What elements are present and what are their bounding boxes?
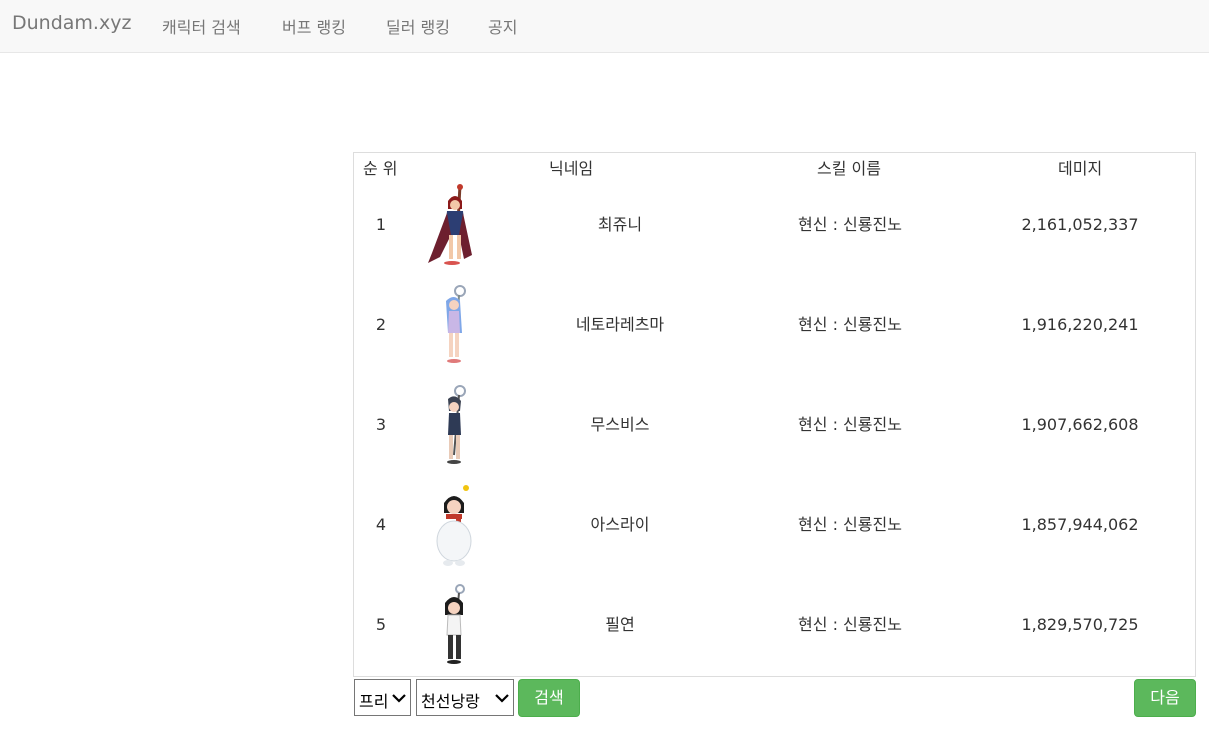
nickname-cell[interactable]: 네토라레츠마 — [510, 275, 730, 375]
chevron-down-icon — [392, 694, 406, 703]
rank-cell: 1 — [375, 215, 387, 234]
table-row[interactable]: 5 필연 현신 : 신룡진노 1,829,570,725 — [354, 575, 1195, 675]
table-controls: 프리 천선낭랑 검색 다음 — [354, 679, 1196, 717]
skill-name-cell: 현신 : 신룡진노 — [798, 615, 902, 634]
table-row[interactable]: 3 무스비스 현신 : 신룡진노 1,907,662,608 — [354, 375, 1195, 475]
damage-cell: 1,907,662,608 — [1021, 415, 1139, 434]
damage-cell: 1,857,944,062 — [1021, 515, 1139, 534]
skill-name-cell: 현신 : 신룡진노 — [798, 215, 902, 234]
rank-cell: 5 — [375, 615, 387, 634]
class-select-value: 천선낭랑 — [421, 692, 480, 711]
nav-character-search[interactable]: 캐릭터 검색 — [162, 14, 241, 38]
snowman-costume-avatar — [436, 485, 472, 566]
table-row[interactable]: 1 최쥬니 현신 : 신룡진노 2,161,052,337 — [354, 175, 1195, 275]
skill-name-cell: 현신 : 신룡진노 — [798, 415, 902, 434]
search-button[interactable]: 검색 — [518, 679, 580, 717]
nickname-cell[interactable]: 아스라이 — [510, 475, 730, 575]
skill-name-cell: 현신 : 신룡진노 — [798, 315, 902, 334]
damage-cell: 1,916,220,241 — [1021, 315, 1139, 334]
dark-outfit-fighter-avatar — [447, 385, 466, 464]
nav-dealer-ranking[interactable]: 딜러 랭킹 — [386, 14, 450, 38]
table-row[interactable]: 2 네토라레츠마 현신 : 신룡진노 1,916,220,241 — [354, 275, 1195, 375]
rank-cell: 4 — [375, 515, 387, 534]
nickname-cell[interactable]: 필연 — [510, 575, 730, 675]
brand-logo-link[interactable]: Dundam.xyz — [12, 12, 131, 34]
rank-cell: 2 — [375, 315, 387, 334]
server-select[interactable]: 프리 — [354, 679, 411, 716]
server-select-value: 프리 — [359, 692, 389, 711]
next-page-button[interactable]: 다음 — [1134, 679, 1196, 717]
skill-name-cell: 현신 : 신룡진노 — [798, 515, 902, 534]
rank-cell: 3 — [375, 415, 387, 434]
nickname-cell[interactable]: 무스비스 — [510, 375, 730, 475]
red-robed-fighter-avatar — [428, 184, 472, 265]
class-select[interactable]: 천선낭랑 — [416, 679, 514, 716]
chevron-down-icon — [495, 694, 509, 703]
black-haired-fighter-avatar — [445, 584, 465, 664]
nav-notice[interactable]: 공지 — [488, 14, 517, 38]
nav-buff-ranking[interactable]: 버프 랭킹 — [282, 14, 346, 38]
table-row[interactable]: 4 아스라이 현신 : 신룡진노 1,857,944,062 — [354, 475, 1195, 575]
damage-cell: 1,829,570,725 — [1021, 615, 1139, 634]
nickname-cell[interactable]: 최쥬니 — [510, 175, 730, 275]
damage-cell: 2,161,052,337 — [1021, 215, 1139, 234]
ranking-table: 순 위 닉네임 스킬 이름 데미지 1 최쥬니 현신 : 신룡진노 2,161,… — [353, 152, 1196, 677]
blue-haired-fighter-avatar — [446, 285, 466, 363]
top-navbar: Dundam.xyz 캐릭터 검색 버프 랭킹 딜러 랭킹 공지 — [0, 0, 1209, 53]
